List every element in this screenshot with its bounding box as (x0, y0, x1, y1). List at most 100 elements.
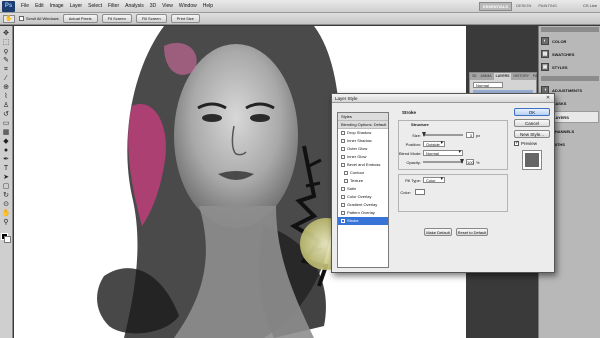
blur-tool-icon[interactable]: ◆ (1, 137, 11, 146)
inner-shadow-checkbox[interactable] (341, 139, 345, 143)
tab-layers[interactable]: LAYERS (493, 73, 512, 80)
menu-3d[interactable]: 3D (147, 3, 159, 9)
background-color-swatch[interactable] (4, 236, 11, 243)
print-size-button[interactable]: Print Size (170, 14, 200, 23)
stroke-color-swatch[interactable] (415, 189, 425, 195)
gradient-overlay-checkbox[interactable] (341, 203, 345, 207)
menu-layer[interactable]: Layer (67, 3, 86, 9)
style-inner-glow[interactable]: Inner Glow (338, 153, 388, 161)
style-inner-shadow[interactable]: Inner Shadow (338, 137, 388, 145)
reset-to-default-button[interactable]: Reset to Default (456, 228, 488, 236)
type-tool-icon[interactable]: T (1, 164, 11, 173)
style-pattern-overlay[interactable]: Pattern Overlay (338, 209, 388, 217)
size-input[interactable]: 3 (466, 132, 474, 138)
opacity-slider[interactable] (423, 159, 464, 164)
make-default-button[interactable]: Make Default (424, 228, 452, 236)
position-row: Position: Outside (399, 141, 445, 147)
gradient-tool-icon[interactable]: ▦ (1, 128, 11, 137)
dock-collapse-bar[interactable] (541, 76, 599, 81)
dock-color[interactable]: ◐ COLOR (541, 35, 599, 47)
opacity-slider-knob[interactable] (460, 159, 464, 164)
size-slider[interactable] (422, 132, 463, 137)
contour-checkbox[interactable] (344, 171, 348, 175)
zoom-tool-icon[interactable]: ⚲ (1, 218, 11, 227)
style-stroke[interactable]: Stroke (338, 217, 388, 225)
ok-button[interactable]: OK (514, 108, 550, 116)
style-satin[interactable]: Satin (338, 185, 388, 193)
dock-collapse-bar[interactable] (541, 27, 599, 32)
pattern-overlay-checkbox[interactable] (341, 211, 345, 215)
style-bevel-emboss[interactable]: Bevel and Emboss (338, 161, 388, 169)
menu-file[interactable]: File (18, 3, 32, 9)
color-overlay-checkbox[interactable] (341, 195, 345, 199)
clone-stamp-tool-icon[interactable]: ♙ (1, 101, 11, 110)
workspace-essentials[interactable]: ESSENTIALS (478, 2, 513, 11)
satin-checkbox[interactable] (341, 187, 345, 191)
dodge-tool-icon[interactable]: ● (1, 146, 11, 155)
history-brush-tool-icon[interactable]: ↺ (1, 110, 11, 119)
color-row: Color: (399, 189, 425, 195)
actual-pixels-button[interactable]: Actual Pixels (62, 14, 98, 23)
dock-swatches[interactable]: ▦ SWATCHES (541, 48, 599, 60)
crop-tool-icon[interactable]: ⌗ (1, 65, 11, 74)
cancel-button[interactable]: Cancel (514, 119, 550, 127)
menu-window[interactable]: Window (176, 3, 200, 9)
bevel-emboss-checkbox[interactable] (341, 163, 345, 167)
style-texture[interactable]: Texture (338, 177, 388, 185)
position-select[interactable]: Outside (423, 141, 445, 147)
healing-brush-tool-icon[interactable]: ⊕ (1, 83, 11, 92)
style-color-overlay[interactable]: Color Overlay (338, 193, 388, 201)
inner-glow-checkbox[interactable] (341, 155, 345, 159)
tab-animation[interactable]: ANIMA (478, 73, 493, 80)
menu-filter[interactable]: Filter (105, 3, 122, 9)
brush-tool-icon[interactable]: ⌇ (1, 92, 11, 101)
close-icon[interactable]: ✕ (545, 96, 551, 101)
stroke-checkbox[interactable] (341, 219, 345, 223)
blending-options-item[interactable]: Blending Options: Default (338, 121, 388, 129)
3d-rotate-tool-icon[interactable]: ↻ (1, 191, 11, 200)
menu-help[interactable]: Help (200, 3, 216, 9)
menu-image[interactable]: Image (47, 3, 67, 9)
style-drop-shadow[interactable]: Drop Shadow (338, 129, 388, 137)
hand-tool-preset-icon[interactable]: ✋ (3, 14, 15, 23)
opacity-row: Opacity: 100 % (399, 159, 480, 165)
layer-blend-mode-select[interactable]: Normal (473, 82, 503, 88)
dock-styles[interactable]: ▣ STYLES (541, 61, 599, 73)
style-outer-glow[interactable]: Outer Glow (338, 145, 388, 153)
texture-checkbox[interactable] (344, 179, 348, 183)
fill-type-select[interactable]: Color (423, 177, 445, 183)
preview-checkbox[interactable] (514, 140, 519, 146)
fit-screen-button[interactable]: Fit Screen (101, 14, 132, 23)
blend-mode-select[interactable]: Normal (423, 150, 463, 156)
menu-select[interactable]: Select (85, 3, 105, 9)
new-style-button[interactable]: New Style... (514, 130, 550, 138)
eyedropper-tool-icon[interactable]: ⁄ (1, 74, 11, 83)
workspace-painting[interactable]: PAINTING (535, 2, 560, 11)
3d-orbit-tool-icon[interactable]: ⊙ (1, 200, 11, 209)
path-select-tool-icon[interactable]: ➤ (1, 173, 11, 182)
shape-tool-icon[interactable]: ▢ (1, 182, 11, 191)
menu-view[interactable]: View (159, 3, 176, 9)
workspace-design[interactable]: DESIGN (513, 2, 534, 11)
style-contour[interactable]: Contour (338, 169, 388, 177)
tab-3d[interactable]: 3D (470, 73, 478, 80)
quick-select-tool-icon[interactable]: ✎ (1, 56, 11, 65)
menu-edit[interactable]: Edit (32, 3, 47, 9)
tab-history[interactable]: HISTORY (511, 73, 530, 80)
scroll-all-checkbox[interactable] (19, 16, 24, 21)
pen-tool-icon[interactable]: ✒ (1, 155, 11, 164)
lasso-tool-icon[interactable]: ϙ (1, 47, 11, 56)
fill-screen-button[interactable]: Fill Screen (135, 14, 167, 23)
move-tool-icon[interactable]: ✥ (1, 29, 11, 38)
outer-glow-checkbox[interactable] (341, 147, 345, 151)
drop-shadow-checkbox[interactable] (341, 131, 345, 135)
scroll-all-windows-option[interactable]: Scroll All Windows (19, 16, 59, 21)
preview-option[interactable]: Preview (514, 140, 550, 146)
cs-live-button[interactable]: CS Live (583, 3, 597, 8)
eraser-tool-icon[interactable]: ▭ (1, 119, 11, 128)
marquee-tool-icon[interactable]: ⬚ (1, 38, 11, 47)
menu-analysis[interactable]: Analysis (122, 3, 147, 9)
style-gradient-overlay[interactable]: Gradient Overlay (338, 201, 388, 209)
opacity-input[interactable]: 100 (466, 159, 474, 165)
hand-tool-icon[interactable]: ✋ (1, 209, 11, 218)
